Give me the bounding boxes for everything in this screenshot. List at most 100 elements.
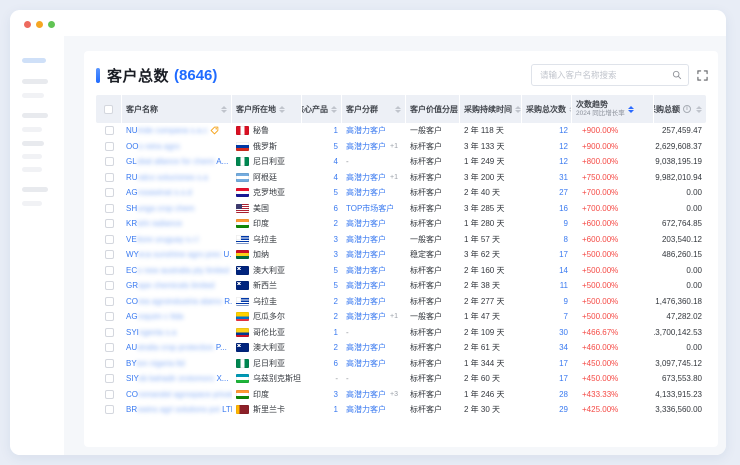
segment-link[interactable]: 高潜力客户	[346, 172, 386, 183]
core-products-count-link[interactable]: 2	[334, 219, 338, 228]
row-checkbox[interactable]	[105, 328, 114, 337]
segment-link[interactable]: 高潜力客户	[346, 280, 386, 291]
customer-name-link[interactable]: VEttore uruguay s.r.l	[126, 235, 198, 244]
core-products-count-link[interactable]: 6	[334, 359, 338, 368]
customer-name-link[interactable]: SIYob bahadir zrotomoro X...	[126, 374, 228, 383]
sort-icon[interactable]	[515, 106, 521, 113]
customer-name-link[interactable]: COromandel agrospace privat E ...	[126, 390, 232, 399]
sort-icon[interactable]	[395, 106, 401, 113]
row-checkbox[interactable]	[105, 219, 114, 228]
purchase-count-link[interactable]: 29	[559, 405, 568, 414]
row-checkbox[interactable]	[105, 250, 114, 259]
core-products-count-link[interactable]: 3	[334, 235, 338, 244]
column-header-name[interactable]: 客户名称	[122, 95, 232, 123]
sort-icon[interactable]	[628, 106, 634, 113]
purchase-count-link[interactable]: 31	[559, 173, 568, 182]
row-checkbox[interactable]	[105, 405, 114, 414]
row-checkbox[interactable]	[105, 235, 114, 244]
purchase-count-link[interactable]: 12	[559, 126, 568, 135]
row-checkbox[interactable]	[105, 173, 114, 182]
column-header-duration[interactable]: 采购持续时间	[460, 95, 522, 123]
column-header-location[interactable]: 客户所在地	[232, 95, 302, 123]
customer-name-link[interactable]: ECo new australia pty limited	[126, 266, 229, 275]
segment-link[interactable]: 高潜力客户	[346, 234, 386, 245]
purchase-count-link[interactable]: 11	[560, 281, 568, 290]
customer-name-link[interactable]: BRowins agri solutions pvt LTD	[126, 405, 232, 414]
purchase-count-link[interactable]: 16	[559, 204, 568, 213]
row-checkbox[interactable]	[105, 126, 114, 135]
core-products-count-link[interactable]: 5	[334, 188, 338, 197]
sort-icon[interactable]	[221, 106, 227, 113]
segment-link[interactable]: 高潜力客户	[346, 311, 386, 322]
column-header-total[interactable]: 采购总额i	[654, 95, 706, 123]
core-products-count-link[interactable]: 1	[334, 328, 338, 337]
segment-link[interactable]: 高潜力客户	[346, 342, 386, 353]
row-checkbox[interactable]	[105, 266, 114, 275]
segment-link[interactable]: 高潜力客户	[346, 265, 386, 276]
segment-link[interactable]: 高潜力客户	[346, 296, 386, 307]
purchase-count-link[interactable]: 9	[564, 297, 568, 306]
core-products-count-link[interactable]: 4	[334, 173, 338, 182]
customer-name-link[interactable]: WYeca sunshine agro prec U...	[126, 250, 232, 259]
customer-name-link[interactable]: BYton nigeria ltd	[126, 359, 185, 368]
core-products-count-link[interactable]: 3	[334, 250, 338, 259]
segment-link[interactable]: 高潜力客户	[346, 358, 386, 369]
row-checkbox[interactable]	[105, 312, 114, 321]
customer-name-link[interactable]: GLobal allance for chemi A...	[126, 157, 228, 166]
fullscreen-icon[interactable]	[697, 70, 708, 81]
segment-link[interactable]: 高潜力客户	[346, 141, 386, 152]
row-checkbox[interactable]	[105, 390, 114, 399]
core-products-count-link[interactable]: 2	[334, 312, 338, 321]
purchase-count-link[interactable]: 34	[559, 343, 568, 352]
column-header-count[interactable]: 采购总次数	[522, 95, 572, 123]
sort-icon[interactable]	[696, 106, 702, 113]
customer-name-link[interactable]: SHunga crop chem	[126, 204, 195, 213]
core-products-count-link[interactable]: 3	[334, 390, 338, 399]
purchase-count-link[interactable]: 12	[559, 142, 568, 151]
purchase-count-link[interactable]: 7	[564, 312, 568, 321]
customer-name-link[interactable]: AGroquim c ltda	[126, 312, 183, 321]
customer-name-link[interactable]: COrea agroindustria alamo R...	[126, 297, 232, 306]
sort-icon[interactable]	[279, 106, 285, 113]
segment-link[interactable]: 高潜力客户	[346, 249, 386, 260]
search-icon[interactable]	[672, 70, 682, 80]
row-checkbox[interactable]	[105, 359, 114, 368]
column-header-core[interactable]: 核心产品	[302, 95, 342, 123]
row-checkbox[interactable]	[105, 281, 114, 290]
purchase-count-link[interactable]: 17	[559, 374, 568, 383]
segment-link[interactable]: 高潜力客户	[346, 404, 386, 415]
row-checkbox[interactable]	[105, 297, 114, 306]
purchase-count-link[interactable]: 17	[559, 359, 568, 368]
segment-link[interactable]: 高潜力客户	[346, 389, 386, 400]
core-products-count-link[interactable]: 2	[334, 297, 338, 306]
customer-name-link[interactable]: OOo retra agro	[126, 142, 180, 151]
purchase-count-link[interactable]: 17	[559, 250, 568, 259]
purchase-count-link[interactable]: 8	[564, 235, 568, 244]
customer-name-link[interactable]: KRishi radiance	[126, 219, 182, 228]
purchase-count-link[interactable]: 14	[559, 266, 568, 275]
row-checkbox[interactable]	[105, 157, 114, 166]
column-header-tier[interactable]: 客户价值分层	[406, 95, 460, 123]
customer-name-link[interactable]: SYIngenta s.a	[126, 328, 176, 337]
row-checkbox[interactable]	[105, 204, 114, 213]
core-products-count-link[interactable]: 4	[334, 157, 338, 166]
info-icon[interactable]: i	[683, 105, 691, 113]
search-input[interactable]	[540, 70, 672, 80]
purchase-count-link[interactable]: 12	[559, 157, 568, 166]
window-zoom-icon[interactable]	[48, 21, 55, 28]
core-products-count-link[interactable]: 1	[334, 126, 338, 135]
purchase-count-link[interactable]: 30	[559, 328, 568, 337]
segment-link[interactable]: 高潜力客户	[346, 187, 386, 198]
customer-name-link[interactable]: NUtride compana s.a.c	[126, 126, 207, 135]
segment-link[interactable]: 高潜力客户	[346, 125, 386, 136]
core-products-count-link[interactable]: 5	[334, 281, 338, 290]
select-all-checkbox[interactable]	[104, 105, 113, 114]
row-checkbox[interactable]	[105, 188, 114, 197]
window-minimize-icon[interactable]	[36, 21, 43, 28]
core-products-count-link[interactable]: 1	[334, 405, 338, 414]
window-close-icon[interactable]	[24, 21, 31, 28]
column-header-segment[interactable]: 客户分群	[342, 95, 406, 123]
purchase-count-link[interactable]: 9	[564, 219, 568, 228]
sort-icon[interactable]	[331, 106, 337, 113]
core-products-count-link[interactable]: 5	[334, 266, 338, 275]
